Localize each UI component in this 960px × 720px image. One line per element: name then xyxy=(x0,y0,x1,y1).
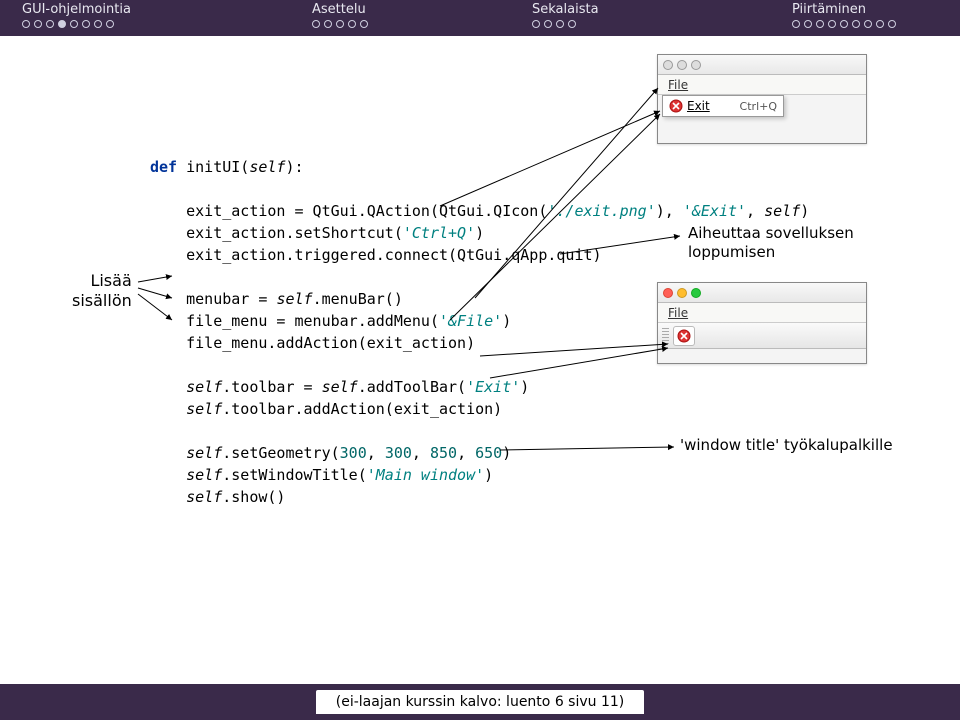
nav-dots xyxy=(22,20,114,28)
window-toolbar xyxy=(658,323,866,349)
window-menubar: File xyxy=(658,303,866,323)
menu-shortcut: Ctrl+Q xyxy=(740,100,777,113)
nav-dots xyxy=(532,20,576,28)
nav-item-piirtaminen[interactable]: Piirtäminen xyxy=(784,2,904,28)
footer-bar: (ei-laajan kurssin kalvo: luento 6 sivu … xyxy=(0,684,960,720)
menu-item-exit[interactable]: Exit Ctrl+Q xyxy=(663,96,783,116)
nav-label: Asettelu xyxy=(312,2,366,18)
footer-text: (ei-laajan kurssin kalvo: luento 6 sivu … xyxy=(316,690,645,714)
window-menubar: File xyxy=(658,75,866,95)
minimize-icon xyxy=(677,60,687,70)
window-titlebar xyxy=(658,283,866,303)
nav-label: Piirtäminen xyxy=(792,2,866,18)
toolbar-grip-icon xyxy=(662,328,669,344)
menu-file[interactable]: File xyxy=(664,76,692,94)
exit-icon xyxy=(669,99,683,113)
nav-dots xyxy=(312,20,368,28)
nav-item-asettelu[interactable]: Asettelu xyxy=(304,2,524,28)
maximize-icon xyxy=(691,288,701,298)
annotation-right-title: 'window title' työkalupalkille xyxy=(680,436,893,454)
close-icon xyxy=(663,288,673,298)
top-nav: GUI-ohjelmointia Asettelu Sekalaista Pii… xyxy=(0,0,960,36)
window-mock-toolbar: File xyxy=(657,282,867,364)
menu-dropdown: Exit Ctrl+Q xyxy=(662,95,784,117)
menu-file[interactable]: File xyxy=(664,304,692,322)
window-mock-menu: File Exit Ctrl+Q xyxy=(657,54,867,144)
annotation-left: Lisää sisällön xyxy=(72,271,132,311)
toolbar-exit-button[interactable] xyxy=(673,326,695,346)
annotation-right-quit: Aiheuttaa sovelluksen loppumisen xyxy=(688,224,854,262)
close-icon xyxy=(663,60,673,70)
slide-body: def initUI(self): exit_action = QtGui.QA… xyxy=(0,36,960,684)
maximize-icon xyxy=(691,60,701,70)
nav-item-gui[interactable]: GUI-ohjelmointia xyxy=(14,2,304,28)
nav-dots xyxy=(792,20,896,28)
exit-icon xyxy=(677,329,691,343)
nav-label: GUI-ohjelmointia xyxy=(22,2,131,18)
window-titlebar xyxy=(658,55,866,75)
nav-item-sekalaista[interactable]: Sekalaista xyxy=(524,2,784,28)
nav-label: Sekalaista xyxy=(532,2,599,18)
minimize-icon xyxy=(677,288,687,298)
